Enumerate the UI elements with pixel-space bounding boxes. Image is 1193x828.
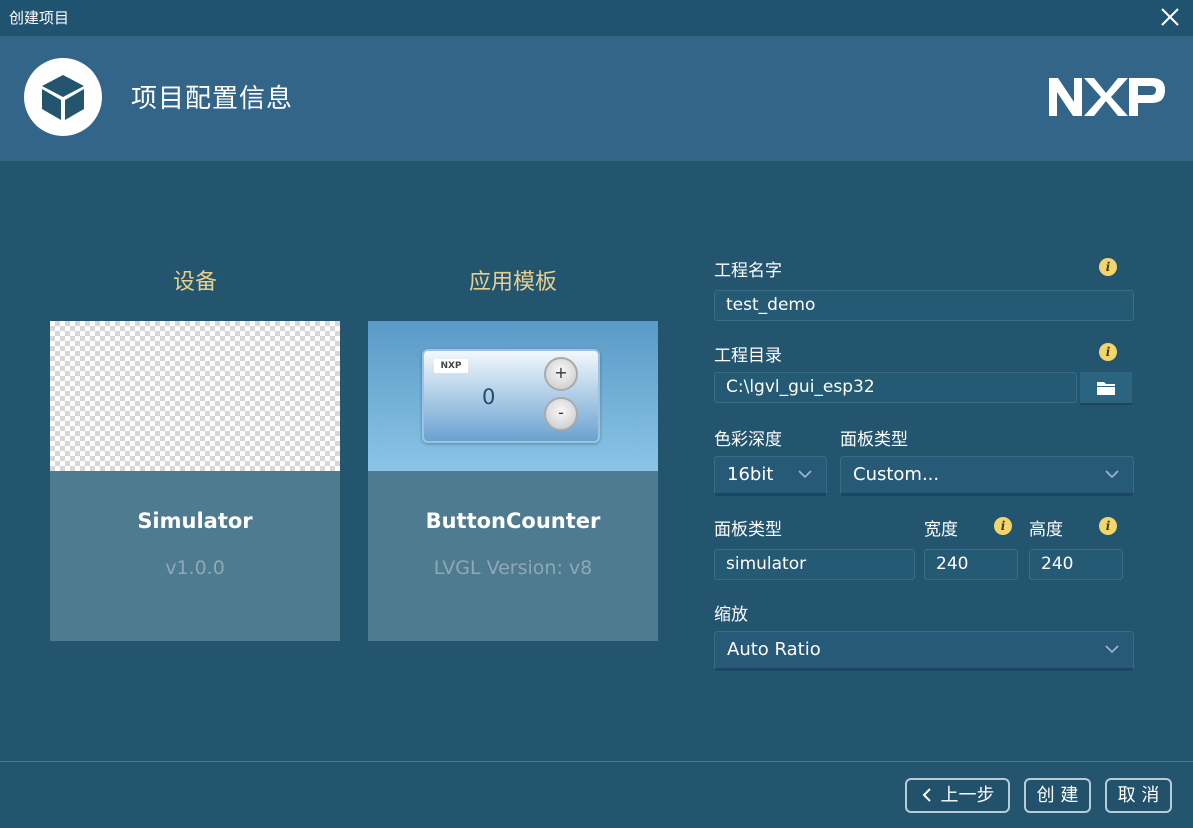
widget-plus-button: + xyxy=(544,357,578,391)
template-name: ButtonCounter xyxy=(425,509,601,533)
device-preview xyxy=(50,321,340,471)
scale-select[interactable]: Auto Ratio xyxy=(714,631,1134,671)
width-label: 宽度 xyxy=(924,520,958,540)
page-heading: 项目配置信息 xyxy=(131,84,294,114)
scale-label: 缩放 xyxy=(714,605,748,625)
panel-type-label: 面板类型 xyxy=(840,430,908,450)
template-card[interactable]: NXP 0 + - ButtonCounter LVGL Version: v8 xyxy=(368,321,658,641)
widget-minus-button: - xyxy=(544,397,578,431)
panel-type2-label: 面板类型 xyxy=(714,520,782,540)
device-card[interactable]: Simulator v1.0.0 xyxy=(50,321,340,641)
color-depth-label: 色彩深度 xyxy=(714,430,782,450)
panel-type2-input[interactable]: simulator xyxy=(714,549,915,580)
project-logo xyxy=(24,58,102,136)
device-name: Simulator xyxy=(137,509,253,533)
width-input[interactable]: 240 xyxy=(924,549,1018,580)
info-icon[interactable]: i xyxy=(1099,258,1117,276)
panel-type-select[interactable]: Custom... xyxy=(840,456,1134,496)
project-name-label: 工程名字 xyxy=(714,261,782,281)
browse-folder-button[interactable] xyxy=(1080,372,1132,405)
project-name-input[interactable]: test_demo xyxy=(714,290,1134,321)
header-banner: 项目配置信息 xyxy=(0,36,1193,161)
cube-icon xyxy=(42,75,84,120)
template-version: LVGL Version: v8 xyxy=(433,557,593,579)
color-depth-value: 16bit xyxy=(727,464,774,485)
project-dir-input[interactable]: C:\lgvl_gui_esp32 xyxy=(714,372,1077,403)
widget-logo: NXP xyxy=(434,359,468,373)
nxp-logo xyxy=(1049,78,1165,116)
info-icon[interactable]: i xyxy=(994,517,1012,535)
widget-count: 0 xyxy=(482,385,496,409)
height-input[interactable]: 240 xyxy=(1029,549,1123,580)
height-label: 高度 xyxy=(1029,520,1063,540)
footer-divider xyxy=(0,761,1193,762)
scale-value: Auto Ratio xyxy=(727,639,821,660)
chevron-down-icon xyxy=(1105,645,1119,654)
device-version: v1.0.0 xyxy=(165,557,225,579)
folder-icon xyxy=(1097,381,1115,395)
back-label: 上一步 xyxy=(940,785,995,806)
button-counter-widget: NXP 0 + - xyxy=(422,349,600,443)
template-preview: NXP 0 + - xyxy=(368,321,658,471)
color-depth-select[interactable]: 16bit xyxy=(714,456,827,496)
template-section-title: 应用模板 xyxy=(468,270,557,295)
window-title: 创建项目 xyxy=(9,9,70,27)
device-section-title: 设备 xyxy=(172,270,217,295)
chevron-down-icon xyxy=(1105,470,1119,479)
panel-type-value: Custom... xyxy=(853,464,940,485)
info-icon[interactable]: i xyxy=(1099,343,1117,361)
cancel-button[interactable]: 取 消 xyxy=(1105,778,1172,813)
project-dir-label: 工程目录 xyxy=(714,346,782,366)
back-button[interactable]: 上一步 xyxy=(905,778,1010,813)
create-button[interactable]: 创 建 xyxy=(1024,778,1091,813)
title-bar: 创建项目 xyxy=(0,0,1193,36)
info-icon[interactable]: i xyxy=(1099,517,1117,535)
chevron-down-icon xyxy=(798,470,812,479)
chevron-left-icon xyxy=(922,788,931,802)
close-icon[interactable] xyxy=(1159,6,1181,28)
